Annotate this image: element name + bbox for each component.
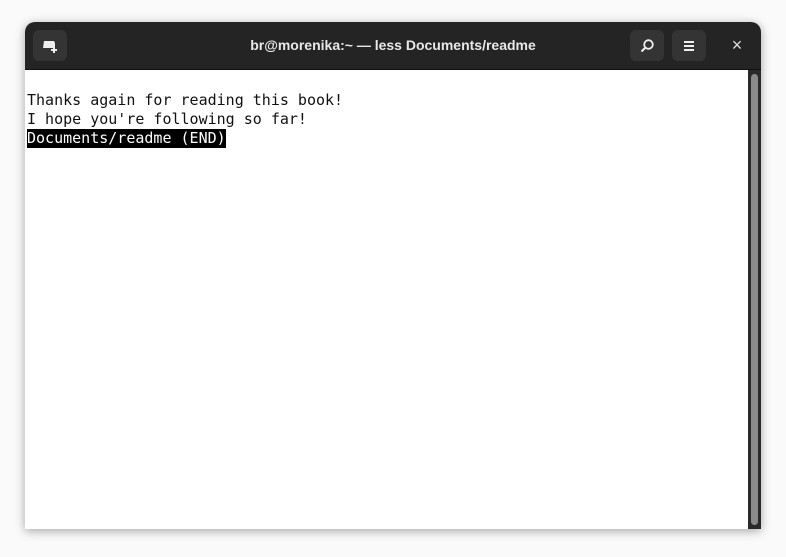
close-button[interactable]: × xyxy=(725,30,749,61)
text-line: Thanks again for reading this book! xyxy=(27,91,344,109)
search-button[interactable] xyxy=(630,30,664,61)
less-status-prompt: Documents/readme (END) xyxy=(27,129,226,148)
text-line: I hope you're following so far! xyxy=(27,110,307,128)
scrollbar-thumb[interactable] xyxy=(751,74,758,525)
hamburger-menu-icon xyxy=(684,40,694,51)
terminal-content[interactable]: Thanks again for reading this book! I ho… xyxy=(27,70,747,529)
menu-button[interactable] xyxy=(672,30,706,61)
terminal-window: br@morenika:~ — less Documents/readme × … xyxy=(25,22,761,529)
close-icon: × xyxy=(731,35,743,55)
search-icon xyxy=(640,38,654,52)
header-bar: br@morenika:~ — less Documents/readme × xyxy=(25,22,761,70)
scrollbar[interactable] xyxy=(748,70,761,529)
